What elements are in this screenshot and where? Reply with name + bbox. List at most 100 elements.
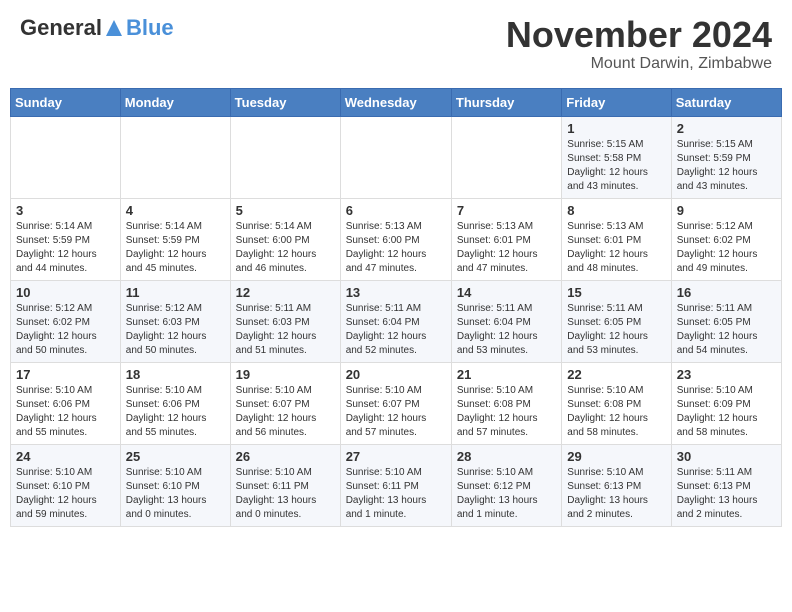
weekday-header-sunday: Sunday xyxy=(11,88,121,116)
weekday-header-row: SundayMondayTuesdayWednesdayThursdayFrid… xyxy=(11,88,782,116)
logo-general-text: General xyxy=(20,15,102,41)
calendar-cell: 11 Sunrise: 5:12 AM Sunset: 6:03 PM Dayli… xyxy=(120,280,230,362)
calendar-cell: 10Sunrise: 5:12 AM Sunset: 6:02 PM Dayli… xyxy=(11,280,121,362)
week-row-3: 10Sunrise: 5:12 AM Sunset: 6:02 PM Dayli… xyxy=(11,280,782,362)
day-info: Sunrise: 5:10 AM Sunset: 6:08 PM Dayligh… xyxy=(457,384,556,440)
day-info: Sunrise: 5:15 AM Sunset: 5:58 PM Dayligh… xyxy=(567,138,665,194)
logo-icon xyxy=(104,18,124,38)
calendar-cell: 1 Sunrise: 5:15 AM Sunset: 5:58 PM Daylig… xyxy=(562,116,671,198)
week-row-2: 3 Sunrise: 5:14 AM Sunset: 5:59 PM Daylig… xyxy=(11,198,782,280)
day-number: 13 xyxy=(346,285,446,300)
day-info: Sunrise: 5:10 AM Sunset: 6:07 PM Dayligh… xyxy=(346,384,446,440)
week-row-5: 24 Sunrise: 5:10 AM Sunset: 6:10 PM Dayli… xyxy=(11,444,782,526)
calendar-cell: 15 Sunrise: 5:11 AM Sunset: 6:05 PM Dayli… xyxy=(562,280,671,362)
calendar: SundayMondayTuesdayWednesdayThursdayFrid… xyxy=(10,88,782,527)
calendar-cell: 16 Sunrise: 5:11 AM Sunset: 6:05 PM Dayli… xyxy=(671,280,781,362)
day-info: Sunrise: 5:10 AM Sunset: 6:07 PM Dayligh… xyxy=(236,384,335,440)
calendar-cell: 14 Sunrise: 5:11 AM Sunset: 6:04 PM Dayli… xyxy=(451,280,561,362)
day-number: 14 xyxy=(457,285,556,300)
day-info: Sunrise: 5:13 AM Sunset: 6:01 PM Dayligh… xyxy=(567,220,665,276)
day-number: 23 xyxy=(677,367,776,382)
day-number: 17 xyxy=(16,367,115,382)
weekday-header-friday: Friday xyxy=(562,88,671,116)
day-number: 3 xyxy=(16,203,115,218)
calendar-cell: 28Sunrise: 5:10 AM Sunset: 6:12 PM Dayli… xyxy=(451,444,561,526)
day-number: 16 xyxy=(677,285,776,300)
day-number: 18 xyxy=(126,367,225,382)
day-number: 30 xyxy=(677,449,776,464)
day-info: Sunrise: 5:14 AM Sunset: 5:59 PM Dayligh… xyxy=(126,220,225,276)
day-number: 1 xyxy=(567,121,665,136)
logo-blue-text: Blue xyxy=(126,15,174,41)
day-number: 11 xyxy=(126,285,225,300)
day-info: Sunrise: 5:10 AM Sunset: 6:13 PM Dayligh… xyxy=(567,466,665,522)
day-number: 20 xyxy=(346,367,446,382)
day-info: Sunrise: 5:12 AM Sunset: 6:02 PM Dayligh… xyxy=(677,220,776,276)
title-block: November 2024 Mount Darwin, Zimbabwe xyxy=(506,15,772,73)
day-info: Sunrise: 5:11 AM Sunset: 6:05 PM Dayligh… xyxy=(567,302,665,358)
day-number: 15 xyxy=(567,285,665,300)
day-info: Sunrise: 5:10 AM Sunset: 6:08 PM Dayligh… xyxy=(567,384,665,440)
weekday-header-monday: Monday xyxy=(120,88,230,116)
day-info: Sunrise: 5:10 AM Sunset: 6:12 PM Dayligh… xyxy=(457,466,556,522)
calendar-cell: 8Sunrise: 5:13 AM Sunset: 6:01 PM Daylig… xyxy=(562,198,671,280)
day-info: Sunrise: 5:11 AM Sunset: 6:13 PM Dayligh… xyxy=(677,466,776,522)
day-info: Sunrise: 5:11 AM Sunset: 6:04 PM Dayligh… xyxy=(346,302,446,358)
day-info: Sunrise: 5:15 AM Sunset: 5:59 PM Dayligh… xyxy=(677,138,776,194)
calendar-cell xyxy=(230,116,340,198)
calendar-cell xyxy=(120,116,230,198)
day-number: 7 xyxy=(457,203,556,218)
calendar-cell: 5 Sunrise: 5:14 AM Sunset: 6:00 PM Daylig… xyxy=(230,198,340,280)
day-number: 4 xyxy=(126,203,225,218)
calendar-cell: 9 Sunrise: 5:12 AM Sunset: 6:02 PM Daylig… xyxy=(671,198,781,280)
calendar-cell: 25Sunrise: 5:10 AM Sunset: 6:10 PM Dayli… xyxy=(120,444,230,526)
calendar-cell xyxy=(11,116,121,198)
weekday-header-tuesday: Tuesday xyxy=(230,88,340,116)
day-info: Sunrise: 5:10 AM Sunset: 6:06 PM Dayligh… xyxy=(16,384,115,440)
calendar-cell: 12 Sunrise: 5:11 AM Sunset: 6:03 PM Dayli… xyxy=(230,280,340,362)
calendar-cell: 24 Sunrise: 5:10 AM Sunset: 6:10 PM Dayli… xyxy=(11,444,121,526)
day-info: Sunrise: 5:14 AM Sunset: 6:00 PM Dayligh… xyxy=(236,220,335,276)
day-info: Sunrise: 5:10 AM Sunset: 6:11 PM Dayligh… xyxy=(236,466,335,522)
day-info: Sunrise: 5:10 AM Sunset: 6:10 PM Dayligh… xyxy=(126,466,225,522)
calendar-cell: 17 Sunrise: 5:10 AM Sunset: 6:06 PM Dayli… xyxy=(11,362,121,444)
day-info: Sunrise: 5:10 AM Sunset: 6:10 PM Dayligh… xyxy=(16,466,115,522)
weekday-header-saturday: Saturday xyxy=(671,88,781,116)
day-number: 9 xyxy=(677,203,776,218)
day-info: Sunrise: 5:10 AM Sunset: 6:06 PM Dayligh… xyxy=(126,384,225,440)
day-number: 26 xyxy=(236,449,335,464)
calendar-cell: 21 Sunrise: 5:10 AM Sunset: 6:08 PM Dayli… xyxy=(451,362,561,444)
month-title: November 2024 xyxy=(506,15,772,55)
calendar-cell: 18 Sunrise: 5:10 AM Sunset: 6:06 PM Dayli… xyxy=(120,362,230,444)
calendar-cell: 6 Sunrise: 5:13 AM Sunset: 6:00 PM Daylig… xyxy=(340,198,451,280)
calendar-cell: 2Sunrise: 5:15 AM Sunset: 5:59 PM Daylig… xyxy=(671,116,781,198)
day-info: Sunrise: 5:11 AM Sunset: 6:05 PM Dayligh… xyxy=(677,302,776,358)
day-number: 12 xyxy=(236,285,335,300)
day-info: Sunrise: 5:11 AM Sunset: 6:03 PM Dayligh… xyxy=(236,302,335,358)
day-info: Sunrise: 5:10 AM Sunset: 6:11 PM Dayligh… xyxy=(346,466,446,522)
calendar-cell: 7 Sunrise: 5:13 AM Sunset: 6:01 PM Daylig… xyxy=(451,198,561,280)
logo: General Blue xyxy=(20,15,174,41)
day-number: 22 xyxy=(567,367,665,382)
day-info: Sunrise: 5:10 AM Sunset: 6:09 PM Dayligh… xyxy=(677,384,776,440)
day-info: Sunrise: 5:11 AM Sunset: 6:04 PM Dayligh… xyxy=(457,302,556,358)
day-info: Sunrise: 5:13 AM Sunset: 6:00 PM Dayligh… xyxy=(346,220,446,276)
calendar-cell: 29Sunrise: 5:10 AM Sunset: 6:13 PM Dayli… xyxy=(562,444,671,526)
calendar-cell: 13 Sunrise: 5:11 AM Sunset: 6:04 PM Dayli… xyxy=(340,280,451,362)
calendar-cell: 3Sunrise: 5:14 AM Sunset: 5:59 PM Daylig… xyxy=(11,198,121,280)
day-info: Sunrise: 5:13 AM Sunset: 6:01 PM Dayligh… xyxy=(457,220,556,276)
day-number: 5 xyxy=(236,203,335,218)
week-row-1: 1 Sunrise: 5:15 AM Sunset: 5:58 PM Daylig… xyxy=(11,116,782,198)
day-number: 24 xyxy=(16,449,115,464)
calendar-cell: 30 Sunrise: 5:11 AM Sunset: 6:13 PM Dayli… xyxy=(671,444,781,526)
week-row-4: 17 Sunrise: 5:10 AM Sunset: 6:06 PM Dayli… xyxy=(11,362,782,444)
day-number: 21 xyxy=(457,367,556,382)
calendar-cell: 23 Sunrise: 5:10 AM Sunset: 6:09 PM Dayli… xyxy=(671,362,781,444)
day-number: 27 xyxy=(346,449,446,464)
calendar-cell: 26 Sunrise: 5:10 AM Sunset: 6:11 PM Dayli… xyxy=(230,444,340,526)
day-number: 19 xyxy=(236,367,335,382)
day-number: 6 xyxy=(346,203,446,218)
day-info: Sunrise: 5:12 AM Sunset: 6:03 PM Dayligh… xyxy=(126,302,225,358)
calendar-cell: 20 Sunrise: 5:10 AM Sunset: 6:07 PM Dayli… xyxy=(340,362,451,444)
weekday-header-thursday: Thursday xyxy=(451,88,561,116)
